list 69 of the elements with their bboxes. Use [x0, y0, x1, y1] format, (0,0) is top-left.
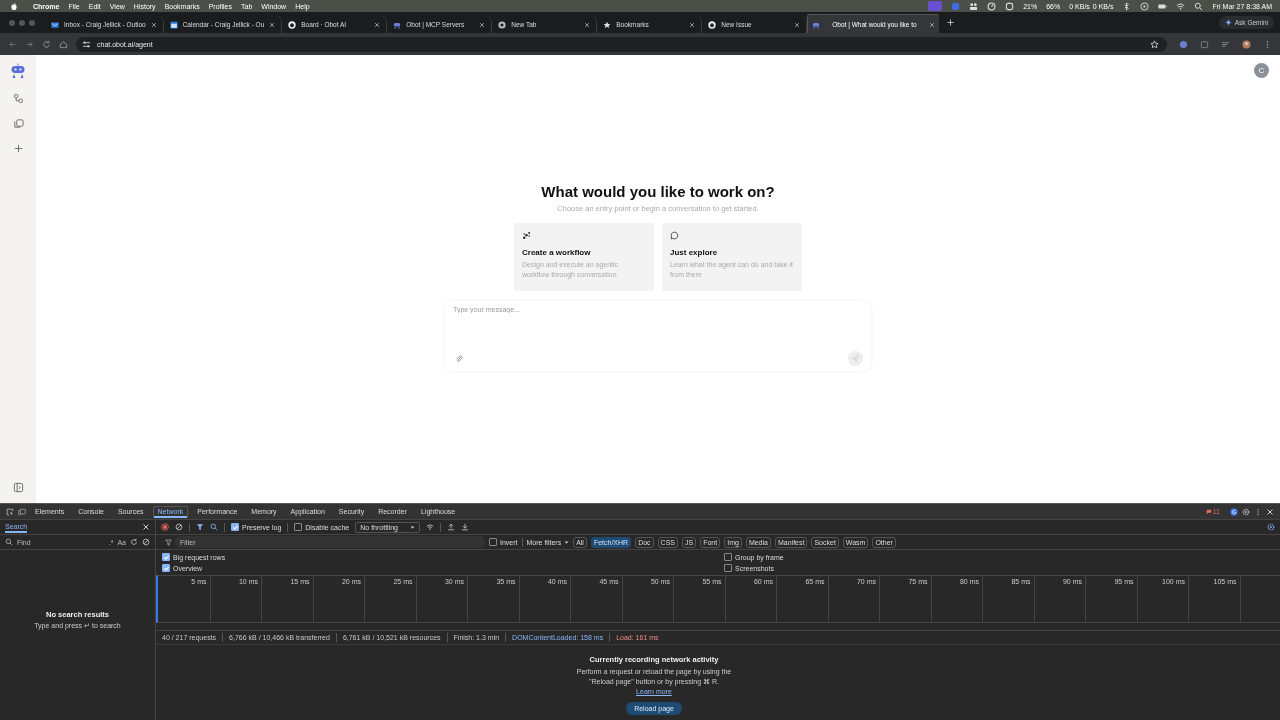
close-icon[interactable] — [142, 523, 150, 531]
close-icon[interactable] — [584, 21, 591, 28]
send-icon — [852, 355, 859, 362]
page-title: What would you like to work on? — [541, 183, 775, 200]
checkbox[interactable] — [162, 553, 170, 561]
close-icon[interactable] — [374, 21, 381, 28]
play-icon[interactable] — [1140, 1, 1150, 11]
checkbox[interactable] — [724, 564, 732, 572]
device-icon[interactable] — [18, 507, 26, 516]
star-icon — [603, 20, 612, 29]
close-icon[interactable] — [269, 21, 276, 28]
chat-bubble-icon — [670, 231, 679, 240]
reload-icon[interactable] — [42, 39, 51, 49]
sidebar-toggle-icon[interactable] — [12, 482, 24, 493]
checkbox[interactable] — [724, 553, 732, 561]
back-icon[interactable] — [8, 39, 17, 49]
settings-icon[interactable] — [1242, 507, 1250, 516]
close-icon[interactable] — [794, 21, 801, 28]
more-icon[interactable] — [1254, 507, 1262, 516]
close-icon[interactable] — [479, 21, 486, 28]
people-icon[interactable] — [969, 1, 979, 11]
close-icon[interactable] — [150, 21, 157, 28]
copy-icon[interactable] — [12, 118, 24, 129]
new-tab-icon[interactable] — [946, 19, 954, 26]
checkbox[interactable] — [489, 538, 497, 546]
plus-icon[interactable] — [12, 143, 24, 154]
profile-avatar-icon[interactable] — [1242, 39, 1251, 49]
reading-list-icon[interactable] — [1221, 39, 1230, 49]
upload-icon[interactable] — [447, 523, 455, 531]
site-settings-icon[interactable] — [82, 39, 91, 49]
refresh-icon[interactable] — [130, 538, 138, 546]
envelope-icon — [51, 20, 59, 29]
filter-icon[interactable] — [196, 523, 204, 531]
clear-icon[interactable] — [142, 538, 150, 546]
robot-icon[interactable] — [10, 63, 26, 79]
download-icon[interactable] — [461, 523, 469, 531]
clear-icon[interactable] — [175, 523, 183, 531]
search-icon[interactable] — [1194, 1, 1204, 11]
record-icon[interactable] — [161, 523, 169, 531]
search-icon[interactable] — [210, 523, 218, 531]
card-title: Create a workflow — [522, 248, 592, 257]
wifi-icon[interactable] — [1176, 1, 1186, 11]
checkbox[interactable] — [294, 523, 303, 531]
home-icon[interactable] — [59, 39, 68, 49]
close-icon[interactable] — [689, 21, 696, 28]
close-icon[interactable] — [1266, 507, 1274, 516]
robot-icon — [393, 20, 402, 29]
inspect-icon[interactable] — [6, 507, 14, 516]
robot-icon — [812, 20, 821, 29]
filter-icon — [165, 538, 172, 546]
wifi-settings-icon[interactable] — [426, 523, 434, 531]
settings-icon[interactable] — [1267, 523, 1275, 531]
card-title: Just explore — [670, 248, 719, 257]
forward-icon[interactable] — [25, 39, 34, 49]
caret-icon — [410, 524, 415, 530]
gauge-icon[interactable] — [987, 1, 997, 11]
apple-icon[interactable] — [10, 1, 18, 11]
close-icon[interactable] — [928, 21, 935, 28]
checkbox[interactable] — [162, 564, 170, 572]
bluetooth-icon[interactable] — [1122, 1, 1132, 11]
sync-icon[interactable] — [1230, 507, 1238, 516]
caret-icon — [564, 539, 570, 545]
bookmark-star-icon[interactable] — [1150, 39, 1159, 49]
paperclip-icon[interactable] — [455, 354, 463, 363]
workflow-icon[interactable] — [12, 93, 24, 104]
calendar-icon — [169, 20, 178, 29]
search-icon — [5, 538, 13, 546]
square-icon[interactable] — [1005, 1, 1015, 11]
checkbox[interactable] — [231, 523, 239, 531]
